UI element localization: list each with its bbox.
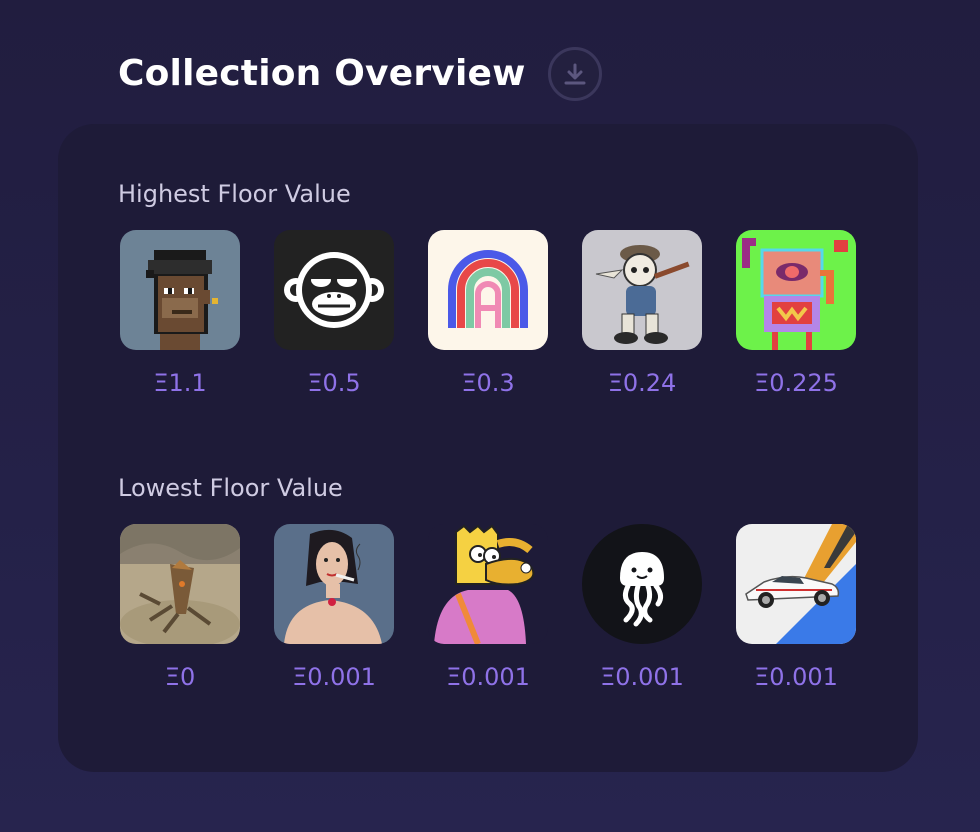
collection-item[interactable]: Ξ0.001: [428, 524, 548, 692]
floor-price: Ξ0.001: [446, 663, 530, 691]
bart-duck-mashup-image: [428, 524, 548, 644]
floor-price: Ξ0.24: [607, 369, 677, 397]
cartoon-character-walking-image: [582, 230, 702, 350]
highest-floor-title: Highest Floor Value: [118, 180, 351, 208]
floor-price: Ξ0.3: [461, 369, 515, 397]
collection-item[interactable]: Ξ0.5: [274, 230, 394, 398]
desert-creature-render-image: [120, 524, 240, 644]
floor-price: Ξ0: [164, 663, 196, 691]
collection-item[interactable]: Ξ1.1: [120, 230, 240, 398]
collection-overview-card: Highest Floor Value Ξ1.1 Ξ0.5 Ξ0.3 Ξ0.24…: [58, 124, 918, 772]
collection-item[interactable]: Ξ0.001: [582, 524, 702, 692]
floor-price: Ξ0.001: [600, 663, 684, 691]
collection-item[interactable]: Ξ0.001: [274, 524, 394, 692]
collection-item[interactable]: Ξ0.001: [736, 524, 856, 692]
white-sports-car-image: [736, 524, 856, 644]
highest-floor-row: Ξ1.1 Ξ0.5 Ξ0.3 Ξ0.24 Ξ0.225: [120, 230, 890, 398]
collection-item[interactable]: Ξ0.24: [582, 230, 702, 398]
monkey-face-logo-image: [274, 230, 394, 350]
pixel-robot-green-image: [736, 230, 856, 350]
floor-price: Ξ0.001: [754, 663, 838, 691]
collection-item[interactable]: Ξ0.225: [736, 230, 856, 398]
lowest-floor-row: Ξ0 Ξ0.001 Ξ0.001 Ξ0.001 Ξ0.001: [120, 524, 890, 692]
white-jellyfish-logo-image: [582, 524, 702, 644]
download-icon: [564, 63, 586, 85]
pixel-ape-avatar-image: [120, 230, 240, 350]
collection-item[interactable]: Ξ0: [120, 524, 240, 692]
lowest-floor-title: Lowest Floor Value: [118, 474, 343, 502]
floor-price: Ξ0.225: [754, 369, 838, 397]
floor-price: Ξ0.001: [292, 663, 376, 691]
download-button[interactable]: [547, 47, 602, 101]
header: Collection Overview: [118, 44, 602, 104]
floor-price: Ξ1.1: [153, 369, 207, 397]
rainbow-arch-letter-a-image: [428, 230, 548, 350]
sketched-woman-smoking-image: [274, 524, 394, 644]
page-title: Collection Overview: [118, 53, 526, 94]
collection-item[interactable]: Ξ0.3: [428, 230, 548, 398]
floor-price: Ξ0.5: [307, 369, 361, 397]
